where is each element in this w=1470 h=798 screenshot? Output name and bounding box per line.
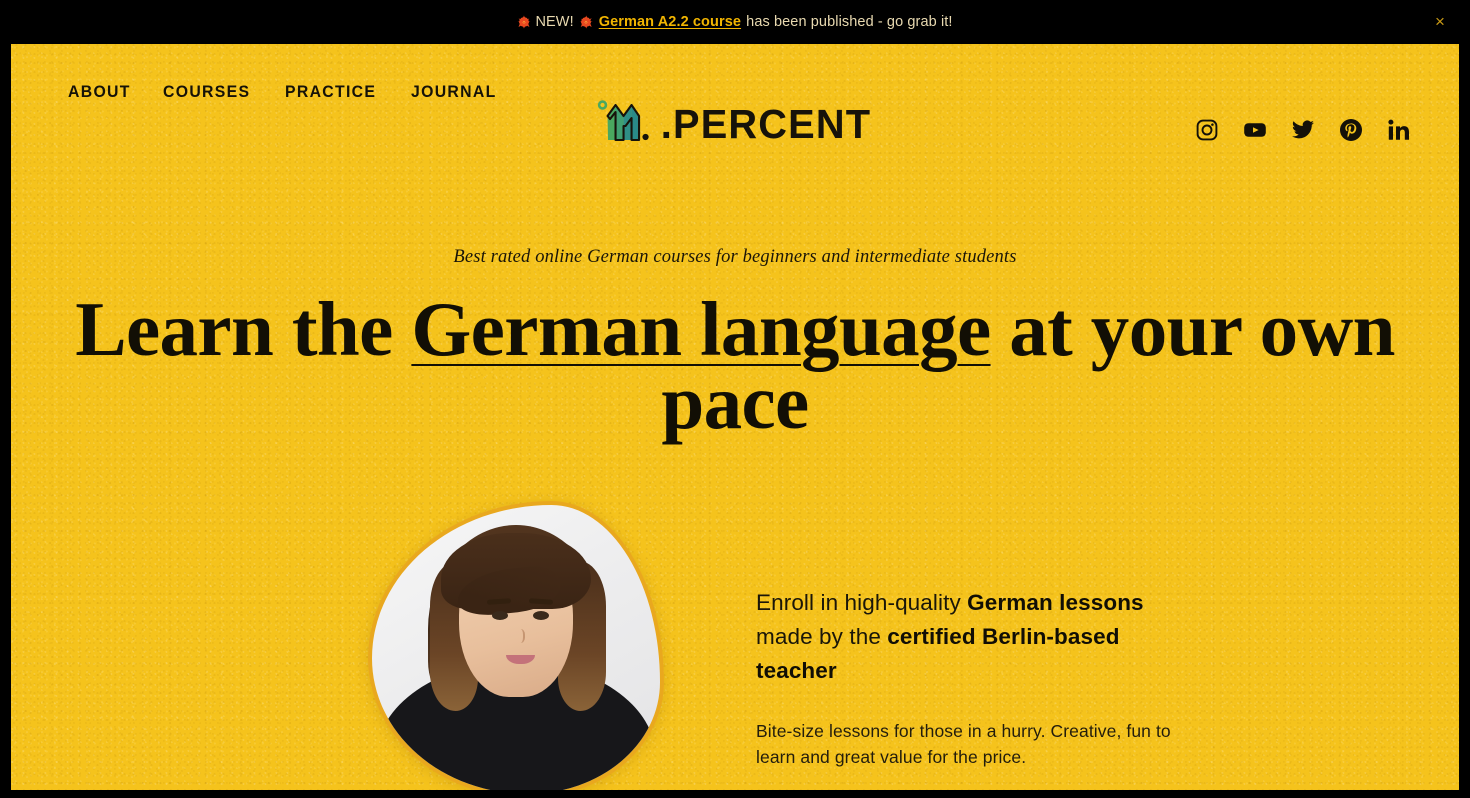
announcement-text: NEW! German A2.2 course has been publish… — [517, 14, 952, 30]
page-title: Learn the German language at your own pa… — [11, 291, 1459, 441]
pinterest-icon[interactable] — [1339, 118, 1363, 142]
announcement-bar: NEW! German A2.2 course has been publish… — [0, 0, 1470, 44]
close-icon[interactable]: × — [1431, 13, 1449, 31]
linkedin-icon[interactable] — [1387, 118, 1411, 142]
announcement-tail-text: has been published - go grab it! — [742, 14, 953, 30]
lead-text-1: Enroll in high-quality — [756, 590, 968, 615]
burst-star-icon — [517, 16, 530, 29]
teacher-portrait — [368, 501, 664, 790]
instagram-icon[interactable] — [1195, 118, 1219, 142]
site-logo[interactable]: .PERCENT — [596, 96, 875, 147]
nav-item-journal[interactable]: JOURNAL — [411, 82, 497, 102]
hero-lead-paragraph: Enroll in high-quality German lessons ma… — [756, 586, 1176, 688]
announcement-link[interactable]: German A2.2 course — [599, 14, 741, 30]
site-header: ABOUT COURSES PRACTICE JOURNAL .PERCENT — [11, 44, 1459, 154]
hero-sub-paragraph: Bite-size lessons for those in a hurry. … — [756, 721, 1171, 767]
page-body: ABOUT COURSES PRACTICE JOURNAL .PERCENT — [11, 44, 1459, 790]
nav-item-courses[interactable]: COURSES — [163, 82, 250, 102]
announcement-new-label: NEW! — [535, 14, 574, 30]
burst-star-icon-2 — [580, 16, 593, 29]
social-links — [1195, 118, 1411, 142]
twitter-icon[interactable] — [1291, 118, 1315, 142]
hero-copy: Enroll in high-quality German lessons ma… — [756, 586, 1176, 770]
portrait-eye-left — [492, 611, 508, 620]
headline-part-1: Learn the — [75, 286, 412, 372]
hero-tagline: Best rated online German courses for beg… — [453, 247, 1017, 267]
main-nav: ABOUT COURSES PRACTICE JOURNAL — [68, 82, 503, 102]
logo-wordmark: .PERCENT — [660, 101, 872, 147]
portrait-eye-right — [533, 611, 549, 620]
nav-item-about[interactable]: ABOUT — [68, 82, 131, 102]
lead-bold-1: German lessons — [967, 590, 1144, 615]
portrait-blob-frame — [368, 501, 664, 790]
portrait-nose — [514, 629, 525, 643]
portrait-fringe — [441, 533, 591, 609]
youtube-icon[interactable] — [1243, 118, 1267, 142]
lead-text-2: made by the — [756, 624, 888, 649]
logo-eleven-mark — [596, 96, 658, 144]
nav-item-practice[interactable]: PRACTICE — [285, 82, 376, 102]
